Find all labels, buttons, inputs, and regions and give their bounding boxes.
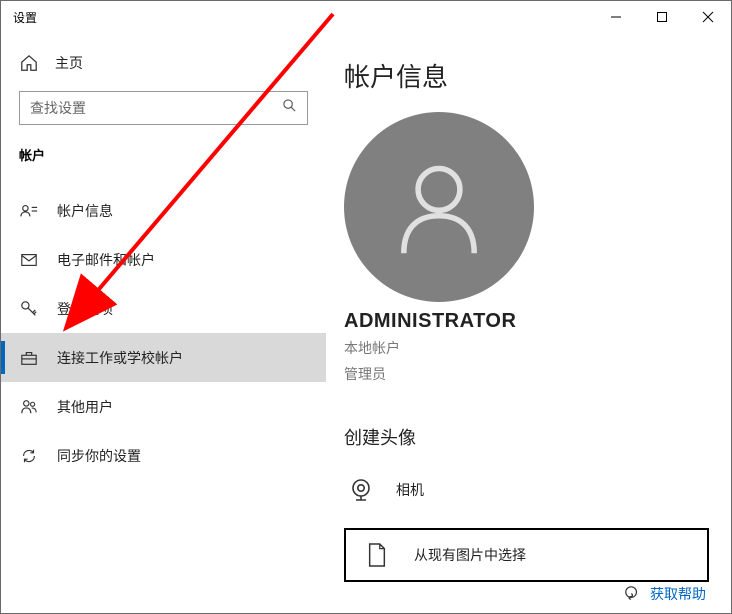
- sidebar-header: 主页 查找设置 帐户: [1, 47, 326, 186]
- maximize-icon: [656, 11, 668, 23]
- minimize-icon: [610, 11, 622, 23]
- nav-label: 连接工作或学校帐户: [57, 348, 183, 368]
- nav-email-accounts[interactable]: 电子邮件和帐户: [1, 235, 326, 284]
- page-title: 帐户信息: [344, 57, 709, 94]
- mail-icon: [19, 250, 39, 270]
- file-icon: [360, 538, 394, 572]
- window-title: 设置: [13, 9, 37, 26]
- key-icon: [19, 299, 39, 319]
- search-icon: [282, 98, 297, 118]
- close-icon: [702, 11, 714, 23]
- nav-label: 电子邮件和帐户: [57, 250, 155, 270]
- account-role: 管理员: [344, 365, 709, 385]
- camera-icon: [344, 473, 378, 507]
- search-placeholder: 查找设置: [30, 98, 282, 118]
- account-type: 本地帐户: [344, 339, 709, 359]
- browse-label: 从现有图片中选择: [414, 545, 526, 565]
- sidebar: 主页 查找设置 帐户 帐户信息: [1, 33, 326, 613]
- home-icon: [19, 53, 39, 73]
- nav-label: 登录选项: [57, 299, 113, 319]
- main-panel: 帐户信息 ADMINISTRATOR 本地帐户 管理员 创建头像 相机: [326, 33, 731, 613]
- nav-other-users[interactable]: 其他用户: [1, 382, 326, 431]
- window-controls: [593, 1, 731, 33]
- camera-option[interactable]: 相机: [344, 470, 709, 510]
- person-card-icon: [19, 201, 39, 221]
- nav-list: 帐户信息 电子邮件和帐户 登录选项: [1, 186, 326, 480]
- create-avatar-heading: 创建头像: [344, 424, 709, 450]
- help-link[interactable]: 获取帮助: [624, 584, 706, 604]
- avatar-placeholder-icon: [384, 152, 494, 262]
- nav-sync-settings[interactable]: 同步你的设置: [1, 431, 326, 480]
- maximize-button[interactable]: [639, 1, 685, 33]
- sync-icon: [19, 446, 39, 466]
- camera-label: 相机: [396, 480, 424, 500]
- minimize-button[interactable]: [593, 1, 639, 33]
- username: ADMINISTRATOR: [344, 310, 709, 333]
- nav-label: 帐户信息: [57, 201, 113, 221]
- nav-label: 其他用户: [57, 397, 113, 417]
- content-area: 主页 查找设置 帐户 帐户信息: [1, 33, 731, 613]
- close-button[interactable]: [685, 1, 731, 33]
- briefcase-icon: [19, 348, 39, 368]
- nav-label: 同步你的设置: [57, 446, 141, 466]
- help-icon: [624, 585, 640, 604]
- people-icon: [19, 397, 39, 417]
- nav-work-school[interactable]: 连接工作或学校帐户: [1, 333, 326, 382]
- nav-signin-options[interactable]: 登录选项: [1, 284, 326, 333]
- browse-button[interactable]: 从现有图片中选择: [344, 528, 709, 582]
- avatar: [344, 112, 534, 302]
- titlebar: 设置: [1, 1, 731, 33]
- nav-account-info[interactable]: 帐户信息: [1, 186, 326, 235]
- settings-window: 设置 主页 查找设置: [0, 0, 732, 614]
- home-button[interactable]: 主页: [19, 47, 308, 91]
- search-input[interactable]: 查找设置: [19, 91, 308, 125]
- help-label: 获取帮助: [650, 584, 706, 604]
- home-label: 主页: [55, 53, 83, 73]
- section-heading: 帐户: [19, 145, 308, 164]
